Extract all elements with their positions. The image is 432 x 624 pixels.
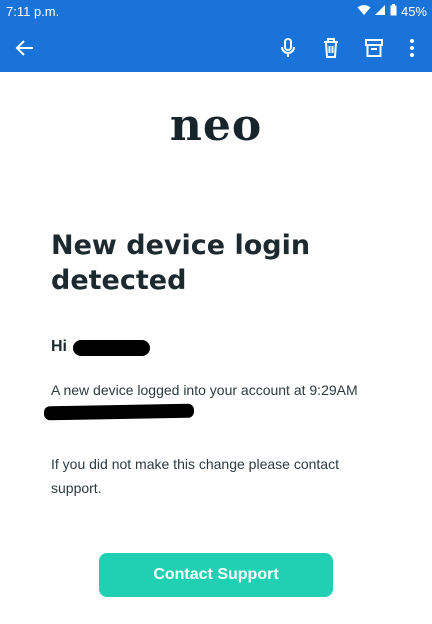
neo-logo: neo <box>169 100 263 151</box>
greeting: Hi <box>51 338 67 355</box>
login-message: A new device logged into your account at… <box>51 382 358 398</box>
support-message: If you did not make this change please c… <box>51 456 339 496</box>
trash-icon[interactable] <box>319 36 343 60</box>
status-bar: 7:11 p.m. 45% <box>0 0 432 24</box>
archive-icon[interactable] <box>362 36 386 60</box>
more-vert-icon[interactable] <box>400 36 424 60</box>
email-title: New device login detected <box>51 230 311 296</box>
redacted-name <box>73 340 150 356</box>
app-bar <box>0 24 432 72</box>
redacted-details <box>43 403 195 421</box>
battery-percent: 45% <box>400 4 427 19</box>
microphone-icon[interactable] <box>276 36 300 60</box>
status-time: 7:11 p.m. <box>6 4 60 19</box>
signal-icon <box>374 4 386 19</box>
back-arrow-icon[interactable] <box>13 36 37 60</box>
status-icons: 45% <box>357 4 427 19</box>
battery-icon <box>390 4 397 19</box>
contact-support-button[interactable]: Contact Support <box>99 553 333 597</box>
wifi-icon <box>357 4 371 19</box>
